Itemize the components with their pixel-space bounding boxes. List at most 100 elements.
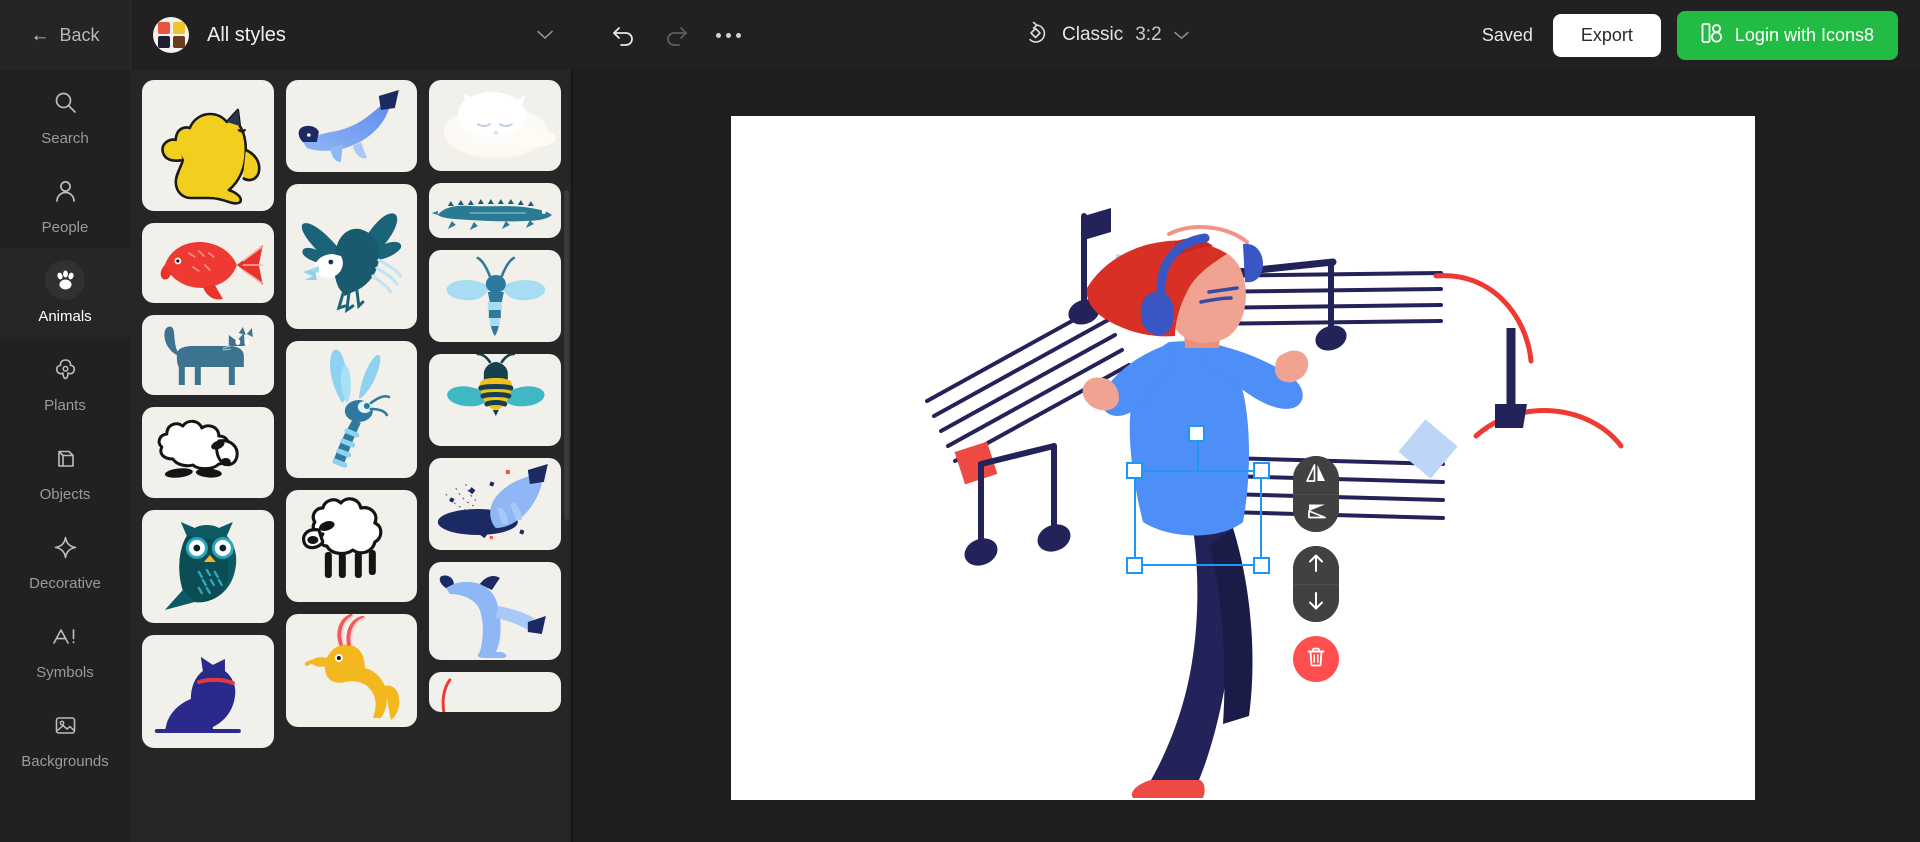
asset-card-red-line-partial[interactable] [429,672,561,712]
asset-card-blue-cat-puddle[interactable] [429,458,561,550]
sidebar-label: Plants [44,397,86,414]
sidebar-item-decorative[interactable]: Decorative [0,515,130,604]
flip-vertical-button[interactable] [1293,494,1339,532]
back-button-label: Back [59,24,100,45]
ratio-value-label: 3:2 [1135,24,1162,45]
flower-icon [45,349,85,389]
undo-button[interactable] [601,12,647,58]
asset-card-blue-dragonfly[interactable] [285,341,418,478]
order-group [1293,546,1339,622]
sidebar-label: Symbols [36,664,94,681]
category-sidebar: Search People Animals Plants Objects Dec… [0,70,130,842]
export-button[interactable]: Export [1552,13,1661,57]
sidebar-label: People [41,219,89,236]
sidebar-label: Animals [38,308,92,325]
arrow-down-icon [1306,590,1326,617]
sidebar-item-animals[interactable]: Animals [0,248,130,337]
login-with-icons8-button[interactable]: Login with Icons8 [1676,10,1898,60]
sidebar-item-people[interactable]: People [0,159,130,248]
design-canvas[interactable] [731,116,1755,800]
person-icon [45,171,85,211]
arrow-left-icon: ← [30,24,50,46]
chevron-down-icon [1173,28,1189,43]
saved-status-label: Saved [1481,24,1533,45]
flip-horizontal-icon [1304,462,1328,489]
sidebar-item-objects[interactable]: Objects [0,426,130,515]
avatar-thumb-2 [173,22,185,34]
asset-card-teal-eagle-flying[interactable] [285,184,418,329]
rotate-handle-stem [1197,440,1199,472]
style-selector-label: All styles [207,23,286,46]
move-down-button[interactable] [1293,584,1339,622]
object-toolbar [1293,456,1339,682]
asset-card-white-sheep-standing[interactable] [285,490,418,602]
asset-card-red-goldfish[interactable] [142,223,274,303]
asset-card-blue-fox-stretching[interactable] [285,80,418,172]
rotate-canvas-icon [1022,21,1050,50]
more-options-button[interactable] [705,12,751,58]
selection-box[interactable] [1126,425,1270,574]
app-root: ← Back All styles Classic 3:2 Saved Expo… [0,0,1920,842]
sidebar-label: Objects [39,486,91,503]
avatar-thumb-4 [173,36,185,48]
asset-card-navy-dog-sitting[interactable] [142,635,274,748]
avatar-thumb-1 [158,22,170,34]
sidebar-label: Backgrounds [21,753,109,770]
a-exclam-icon [45,616,85,656]
asset-card-blue-crocodile[interactable] [429,183,561,238]
resize-handle-top-left[interactable] [1126,462,1143,479]
chevron-down-icon [537,28,553,43]
asset-card-yellow-bumblebee[interactable] [429,354,561,446]
flip-vertical-icon [1304,500,1328,527]
style-avatar [153,17,189,53]
more-horizontal-icon [715,32,741,38]
image-icon [45,705,85,745]
back-button[interactable]: ← Back [0,0,130,70]
login-button-label: Login with Icons8 [1734,24,1874,45]
asset-card-blue-cat-walking[interactable] [142,315,274,395]
style-selector[interactable]: All styles [130,0,575,70]
canvas-stage[interactable] [573,70,1920,842]
asset-card-teal-owl[interactable] [142,510,274,623]
sparkle-icon [45,527,85,567]
rotate-handle[interactable] [1188,425,1205,442]
panel-scrollbar[interactable] [564,190,569,520]
sidebar-item-search[interactable]: Search [0,70,130,159]
ratio-name-label: Classic [1062,24,1124,45]
trash-icon [1305,646,1327,673]
sidebar-item-backgrounds[interactable]: Backgrounds [0,693,130,782]
sidebar-label: Search [41,130,89,147]
resize-handle-top-right[interactable] [1253,462,1270,479]
animals-asset-panel[interactable] [130,70,573,842]
avatar-thumb-3 [158,36,170,48]
asset-card-yellow-dog-sitting[interactable] [142,80,274,211]
history-tools [575,12,751,58]
delete-button[interactable] [1293,636,1339,682]
flip-horizontal-button[interactable] [1293,456,1339,494]
resize-handle-bottom-left[interactable] [1126,557,1143,574]
asset-grid [130,70,573,748]
cube-icon [45,438,85,478]
top-header-bar: ← Back All styles Classic 3:2 Saved Expo… [0,0,1920,70]
sidebar-item-symbols[interactable]: Symbols [0,604,130,693]
asset-card-blue-cat-jumping[interactable] [429,562,561,660]
sidebar-item-plants[interactable]: Plants [0,337,130,426]
paw-icon [45,260,85,300]
asset-card-white-cat-sleeping[interactable] [429,80,561,171]
toolbar-gap [1293,532,1339,546]
arrow-up-icon [1306,552,1326,579]
sidebar-label: Decorative [29,575,101,592]
redo-button[interactable] [653,12,699,58]
canvas-ratio-selector[interactable]: Classic 3:2 [1022,0,1189,70]
panel-divider [571,70,573,842]
search-icon [45,82,85,122]
resize-handle-bottom-right[interactable] [1253,557,1270,574]
man-listening-to-music-illustration [925,208,1624,798]
asset-card-blue-wasp[interactable] [429,250,561,342]
asset-card-yellow-antelope[interactable] [285,614,418,727]
move-up-button[interactable] [1293,546,1339,584]
header-actions: Saved Export Login with Icons8 [1482,0,1898,70]
asset-card-white-sheep-lying[interactable] [142,407,274,498]
flip-group [1293,456,1339,532]
icons8-logo-icon [1701,22,1723,49]
